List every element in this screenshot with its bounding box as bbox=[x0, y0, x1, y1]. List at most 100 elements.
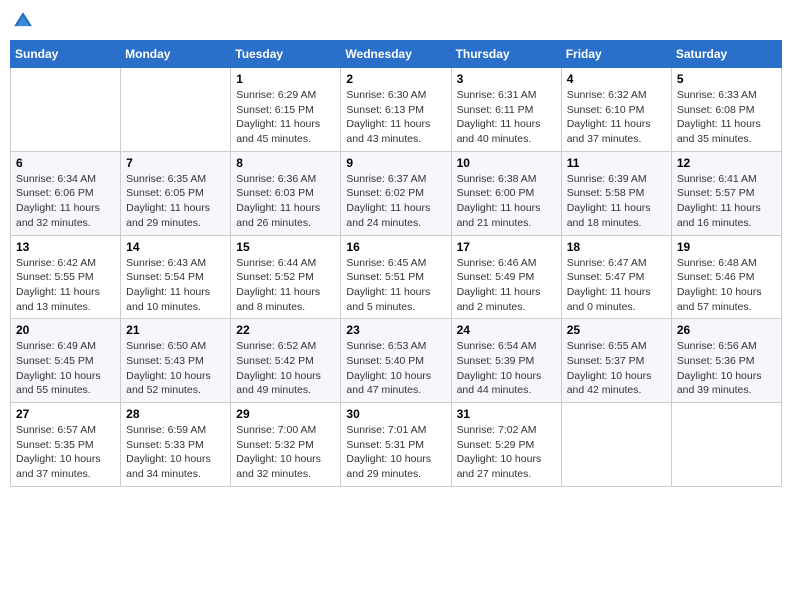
day-number: 29 bbox=[236, 407, 335, 421]
calendar-cell: 13 Sunrise: 6:42 AMSunset: 5:55 PMDaylig… bbox=[11, 235, 121, 319]
calendar-cell: 20 Sunrise: 6:49 AMSunset: 5:45 PMDaylig… bbox=[11, 319, 121, 403]
day-info: Sunrise: 6:56 AMSunset: 5:36 PMDaylight:… bbox=[677, 339, 776, 398]
calendar-cell: 1 Sunrise: 6:29 AMSunset: 6:15 PMDayligh… bbox=[231, 68, 341, 152]
day-info: Sunrise: 6:33 AMSunset: 6:08 PMDaylight:… bbox=[677, 88, 776, 147]
day-number: 14 bbox=[126, 240, 225, 254]
day-number: 17 bbox=[457, 240, 556, 254]
day-number: 11 bbox=[567, 156, 666, 170]
day-info: Sunrise: 6:59 AMSunset: 5:33 PMDaylight:… bbox=[126, 423, 225, 482]
day-number: 19 bbox=[677, 240, 776, 254]
page-header bbox=[10, 10, 782, 32]
day-info: Sunrise: 6:57 AMSunset: 5:35 PMDaylight:… bbox=[16, 423, 115, 482]
calendar-cell: 23 Sunrise: 6:53 AMSunset: 5:40 PMDaylig… bbox=[341, 319, 451, 403]
day-number: 9 bbox=[346, 156, 445, 170]
calendar-cell: 19 Sunrise: 6:48 AMSunset: 5:46 PMDaylig… bbox=[671, 235, 781, 319]
calendar-cell: 18 Sunrise: 6:47 AMSunset: 5:47 PMDaylig… bbox=[561, 235, 671, 319]
day-number: 16 bbox=[346, 240, 445, 254]
weekday-header: Monday bbox=[121, 41, 231, 68]
day-info: Sunrise: 7:01 AMSunset: 5:31 PMDaylight:… bbox=[346, 423, 445, 482]
weekday-header: Wednesday bbox=[341, 41, 451, 68]
calendar-cell: 27 Sunrise: 6:57 AMSunset: 5:35 PMDaylig… bbox=[11, 403, 121, 487]
day-number: 6 bbox=[16, 156, 115, 170]
day-info: Sunrise: 6:49 AMSunset: 5:45 PMDaylight:… bbox=[16, 339, 115, 398]
day-number: 23 bbox=[346, 323, 445, 337]
day-info: Sunrise: 6:54 AMSunset: 5:39 PMDaylight:… bbox=[457, 339, 556, 398]
calendar-cell: 4 Sunrise: 6:32 AMSunset: 6:10 PMDayligh… bbox=[561, 68, 671, 152]
calendar-cell: 15 Sunrise: 6:44 AMSunset: 5:52 PMDaylig… bbox=[231, 235, 341, 319]
day-number: 31 bbox=[457, 407, 556, 421]
calendar-cell: 11 Sunrise: 6:39 AMSunset: 5:58 PMDaylig… bbox=[561, 151, 671, 235]
day-info: Sunrise: 6:35 AMSunset: 6:05 PMDaylight:… bbox=[126, 172, 225, 231]
day-number: 26 bbox=[677, 323, 776, 337]
day-info: Sunrise: 6:53 AMSunset: 5:40 PMDaylight:… bbox=[346, 339, 445, 398]
day-info: Sunrise: 6:31 AMSunset: 6:11 PMDaylight:… bbox=[457, 88, 556, 147]
day-number: 25 bbox=[567, 323, 666, 337]
calendar-cell bbox=[11, 68, 121, 152]
day-number: 8 bbox=[236, 156, 335, 170]
day-info: Sunrise: 6:41 AMSunset: 5:57 PMDaylight:… bbox=[677, 172, 776, 231]
weekday-header: Sunday bbox=[11, 41, 121, 68]
logo-icon bbox=[12, 10, 34, 32]
calendar-cell bbox=[121, 68, 231, 152]
day-info: Sunrise: 6:52 AMSunset: 5:42 PMDaylight:… bbox=[236, 339, 335, 398]
day-info: Sunrise: 6:43 AMSunset: 5:54 PMDaylight:… bbox=[126, 256, 225, 315]
calendar-cell: 25 Sunrise: 6:55 AMSunset: 5:37 PMDaylig… bbox=[561, 319, 671, 403]
day-number: 2 bbox=[346, 72, 445, 86]
day-number: 21 bbox=[126, 323, 225, 337]
day-info: Sunrise: 6:55 AMSunset: 5:37 PMDaylight:… bbox=[567, 339, 666, 398]
day-info: Sunrise: 7:00 AMSunset: 5:32 PMDaylight:… bbox=[236, 423, 335, 482]
day-info: Sunrise: 6:46 AMSunset: 5:49 PMDaylight:… bbox=[457, 256, 556, 315]
calendar-cell: 21 Sunrise: 6:50 AMSunset: 5:43 PMDaylig… bbox=[121, 319, 231, 403]
calendar-cell: 6 Sunrise: 6:34 AMSunset: 6:06 PMDayligh… bbox=[11, 151, 121, 235]
day-number: 24 bbox=[457, 323, 556, 337]
day-number: 15 bbox=[236, 240, 335, 254]
day-number: 28 bbox=[126, 407, 225, 421]
calendar-cell: 24 Sunrise: 6:54 AMSunset: 5:39 PMDaylig… bbox=[451, 319, 561, 403]
calendar-cell bbox=[671, 403, 781, 487]
weekday-header: Saturday bbox=[671, 41, 781, 68]
day-number: 27 bbox=[16, 407, 115, 421]
calendar-cell: 9 Sunrise: 6:37 AMSunset: 6:02 PMDayligh… bbox=[341, 151, 451, 235]
day-info: Sunrise: 6:29 AMSunset: 6:15 PMDaylight:… bbox=[236, 88, 335, 147]
calendar-cell: 29 Sunrise: 7:00 AMSunset: 5:32 PMDaylig… bbox=[231, 403, 341, 487]
calendar-cell: 14 Sunrise: 6:43 AMSunset: 5:54 PMDaylig… bbox=[121, 235, 231, 319]
logo bbox=[10, 10, 38, 32]
weekday-header: Friday bbox=[561, 41, 671, 68]
day-info: Sunrise: 6:38 AMSunset: 6:00 PMDaylight:… bbox=[457, 172, 556, 231]
calendar-cell: 28 Sunrise: 6:59 AMSunset: 5:33 PMDaylig… bbox=[121, 403, 231, 487]
day-number: 4 bbox=[567, 72, 666, 86]
calendar-cell: 10 Sunrise: 6:38 AMSunset: 6:00 PMDaylig… bbox=[451, 151, 561, 235]
day-number: 3 bbox=[457, 72, 556, 86]
calendar-table: SundayMondayTuesdayWednesdayThursdayFrid… bbox=[10, 40, 782, 487]
day-info: Sunrise: 6:34 AMSunset: 6:06 PMDaylight:… bbox=[16, 172, 115, 231]
calendar-cell: 8 Sunrise: 6:36 AMSunset: 6:03 PMDayligh… bbox=[231, 151, 341, 235]
day-info: Sunrise: 7:02 AMSunset: 5:29 PMDaylight:… bbox=[457, 423, 556, 482]
day-number: 20 bbox=[16, 323, 115, 337]
day-info: Sunrise: 6:30 AMSunset: 6:13 PMDaylight:… bbox=[346, 88, 445, 147]
day-info: Sunrise: 6:45 AMSunset: 5:51 PMDaylight:… bbox=[346, 256, 445, 315]
day-info: Sunrise: 6:39 AMSunset: 5:58 PMDaylight:… bbox=[567, 172, 666, 231]
day-info: Sunrise: 6:42 AMSunset: 5:55 PMDaylight:… bbox=[16, 256, 115, 315]
calendar-header: SundayMondayTuesdayWednesdayThursdayFrid… bbox=[11, 41, 782, 68]
day-info: Sunrise: 6:50 AMSunset: 5:43 PMDaylight:… bbox=[126, 339, 225, 398]
calendar-cell: 22 Sunrise: 6:52 AMSunset: 5:42 PMDaylig… bbox=[231, 319, 341, 403]
day-info: Sunrise: 6:36 AMSunset: 6:03 PMDaylight:… bbox=[236, 172, 335, 231]
weekday-header: Tuesday bbox=[231, 41, 341, 68]
day-number: 10 bbox=[457, 156, 556, 170]
day-info: Sunrise: 6:48 AMSunset: 5:46 PMDaylight:… bbox=[677, 256, 776, 315]
day-info: Sunrise: 6:32 AMSunset: 6:10 PMDaylight:… bbox=[567, 88, 666, 147]
calendar-cell: 7 Sunrise: 6:35 AMSunset: 6:05 PMDayligh… bbox=[121, 151, 231, 235]
calendar-cell bbox=[561, 403, 671, 487]
day-info: Sunrise: 6:37 AMSunset: 6:02 PMDaylight:… bbox=[346, 172, 445, 231]
calendar-cell: 30 Sunrise: 7:01 AMSunset: 5:31 PMDaylig… bbox=[341, 403, 451, 487]
day-info: Sunrise: 6:44 AMSunset: 5:52 PMDaylight:… bbox=[236, 256, 335, 315]
calendar-cell: 3 Sunrise: 6:31 AMSunset: 6:11 PMDayligh… bbox=[451, 68, 561, 152]
day-number: 30 bbox=[346, 407, 445, 421]
day-number: 5 bbox=[677, 72, 776, 86]
weekday-header: Thursday bbox=[451, 41, 561, 68]
day-number: 18 bbox=[567, 240, 666, 254]
calendar-cell: 12 Sunrise: 6:41 AMSunset: 5:57 PMDaylig… bbox=[671, 151, 781, 235]
calendar-cell: 31 Sunrise: 7:02 AMSunset: 5:29 PMDaylig… bbox=[451, 403, 561, 487]
calendar-cell: 16 Sunrise: 6:45 AMSunset: 5:51 PMDaylig… bbox=[341, 235, 451, 319]
calendar-cell: 2 Sunrise: 6:30 AMSunset: 6:13 PMDayligh… bbox=[341, 68, 451, 152]
